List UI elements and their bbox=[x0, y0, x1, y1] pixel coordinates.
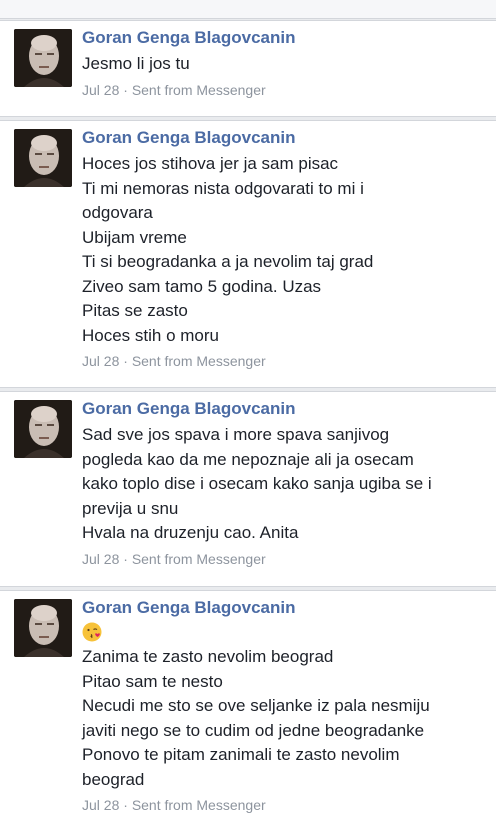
meta-separator: · bbox=[119, 550, 132, 567]
message-meta: Jul 28 · Sent from Messenger bbox=[82, 550, 486, 568]
author-name-link[interactable]: Goran Genga Blagovcanin bbox=[82, 398, 486, 420]
message-source[interactable]: Sent from Messenger bbox=[132, 551, 266, 567]
avatar[interactable] bbox=[14, 599, 72, 657]
message-meta: Jul 28 · Sent from Messenger bbox=[82, 796, 486, 814]
message-line: Ubijam vreme bbox=[82, 227, 187, 247]
meta-separator: · bbox=[119, 797, 132, 813]
avatar[interactable] bbox=[14, 400, 72, 458]
message-line: Pitao sam te nesto bbox=[82, 671, 223, 691]
message-line: odgovara bbox=[82, 203, 153, 222]
message-meta: Jul 28 · Sent from Messenger bbox=[82, 81, 486, 99]
message-line: Sad sve jos spava i more spava sanjivog bbox=[82, 425, 390, 444]
avatar[interactable] bbox=[14, 129, 72, 187]
meta-separator: · bbox=[119, 353, 132, 369]
message-line: Zanima te zasto nevolim beograd bbox=[82, 647, 334, 666]
message-item: Goran Genga Blagovcanin Zanima te zasto … bbox=[0, 590, 496, 827]
author-name-link[interactable]: Goran Genga Blagovcanin bbox=[82, 597, 486, 619]
message-feed: Goran Genga Blagovcanin Jesmo li jos tu … bbox=[0, 0, 496, 827]
author-name-link[interactable]: Goran Genga Blagovcanin bbox=[82, 27, 486, 49]
message-item: Goran Genga Blagovcanin Hoces jos stihov… bbox=[0, 120, 496, 388]
message-line: Hvala na druzenju cao. Anita bbox=[82, 523, 299, 542]
message-line: beograd bbox=[82, 769, 145, 789]
message-line: pogleda kao da me nepoznaje ali ja oseca… bbox=[82, 449, 414, 469]
message-line: Hoces stih o moru bbox=[82, 325, 219, 345]
previous-message-edge bbox=[0, 0, 496, 19]
message-source[interactable]: Sent from Messenger bbox=[132, 82, 266, 98]
kissing-face-emoji-icon bbox=[82, 622, 102, 642]
message-line: Jesmo li jos tu bbox=[82, 54, 190, 73]
profile-photo-icon bbox=[14, 129, 72, 187]
message-item: Goran Genga Blagovcanin Jesmo li jos tu … bbox=[0, 20, 496, 117]
message-meta: Jul 28 · Sent from Messenger bbox=[82, 352, 486, 370]
message-line: Ti mi nemoras nista odgovarati to mi i bbox=[82, 178, 364, 198]
message-line: kako toplo dise i osecam kako sanja ugib… bbox=[82, 474, 432, 493]
message-line: Ti si beogradanka a ja nevolim taj grad bbox=[82, 252, 374, 271]
author-name-link[interactable]: Goran Genga Blagovcanin bbox=[82, 127, 486, 149]
profile-photo-icon bbox=[14, 599, 72, 657]
message-date[interactable]: Jul 28 bbox=[82, 551, 119, 567]
message-date[interactable]: Jul 28 bbox=[82, 82, 119, 98]
message-line: Ziveo sam tamo 5 godina. Uzas bbox=[82, 276, 322, 296]
message-line: Necudi me sto se ove seljanke iz pala ne… bbox=[82, 696, 430, 715]
message-line: Pitas se zasto bbox=[82, 301, 188, 320]
message-source[interactable]: Sent from Messenger bbox=[132, 797, 266, 813]
message-item: Goran Genga Blagovcanin Sad sve jos spav… bbox=[0, 391, 496, 587]
profile-photo-icon bbox=[14, 29, 72, 87]
message-line: javiti nego se to cudim od jedne beograd… bbox=[82, 720, 425, 740]
message-date[interactable]: Jul 28 bbox=[82, 353, 119, 369]
message-line: Ponovo te pitam zanimali te zasto nevoli… bbox=[82, 745, 400, 764]
avatar[interactable] bbox=[14, 29, 72, 87]
profile-photo-icon bbox=[14, 400, 72, 458]
message-line: previja u snu bbox=[82, 498, 179, 518]
message-date[interactable]: Jul 28 bbox=[82, 797, 119, 813]
meta-separator: · bbox=[119, 81, 132, 98]
message-line: Hoces jos stihova jer ja sam pisac bbox=[82, 154, 339, 173]
message-source[interactable]: Sent from Messenger bbox=[132, 353, 266, 369]
